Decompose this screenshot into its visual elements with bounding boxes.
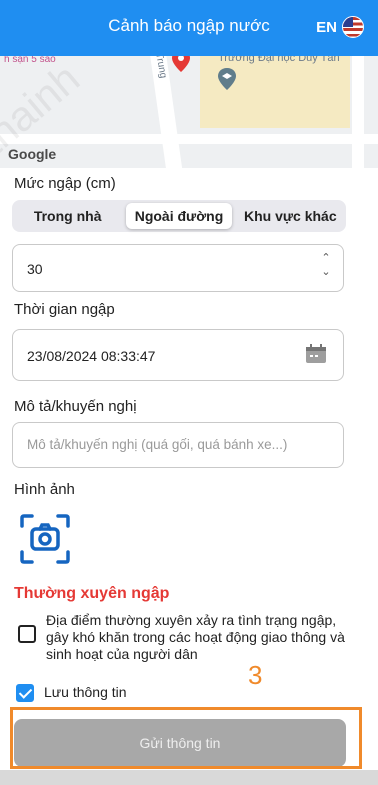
chevron-up-icon[interactable]: ⌃ — [319, 251, 333, 265]
flood-time-label: Thời gian ngập — [14, 301, 115, 318]
camera-icon[interactable] — [18, 512, 72, 566]
tab-indoor[interactable]: Trong nhà — [15, 203, 120, 229]
map-label-university: Trường Đại học Duy Tân — [218, 56, 340, 64]
description-field[interactable]: Mô tả/khuyến nghị (quá gối, quá bánh xe.… — [12, 422, 344, 468]
google-logo: Google — [8, 146, 57, 162]
flood-location-tabs: Trong nhà Ngoài đường Khu vực khác — [12, 200, 346, 232]
chevron-down-icon[interactable]: ⌄ — [319, 265, 333, 279]
flood-level-label: Mức ngập (cm) — [14, 175, 116, 192]
save-info-checkbox[interactable] — [16, 684, 34, 702]
us-flag-icon — [342, 16, 364, 38]
save-info-label: Lưu thông tin — [44, 684, 127, 700]
map-view[interactable]: h sạn 5 sao Trung Trường Đại học Duy Tân… — [0, 56, 378, 168]
flood-level-value: 30 — [27, 261, 43, 277]
flood-level-input[interactable]: 30 ⌃ ⌄ — [12, 244, 344, 292]
annotation-number: 3 — [248, 660, 263, 690]
description-label: Mô tả/khuyến nghị — [14, 398, 137, 415]
language-switch[interactable]: EN — [316, 16, 364, 38]
annotation-highlight-box — [10, 707, 362, 769]
frequent-flood-title: Thường xuyên ngập — [14, 585, 170, 602]
frequent-flood-description: Địa điểm thường xuyên xảy ra tình trạng … — [46, 612, 345, 662]
frequent-flood-checkbox[interactable] — [18, 625, 36, 643]
map-label-hotel: h sạn 5 sao — [4, 56, 56, 65]
images-label: Hình ảnh — [14, 481, 75, 498]
language-label: EN — [316, 18, 337, 36]
school-marker-icon — [218, 68, 236, 90]
calendar-icon[interactable] — [305, 344, 327, 364]
flood-time-value: 23/08/2024 08:33:47 — [27, 348, 156, 364]
map-pin-icon — [172, 56, 190, 72]
tab-street[interactable]: Ngoài đường — [126, 203, 232, 229]
tab-other-area[interactable]: Khu vực khác — [238, 203, 343, 229]
description-placeholder: Mô tả/khuyến nghị (quá gối, quá bánh xe.… — [27, 437, 288, 452]
app-header: Cảnh báo ngập nước EN — [0, 0, 378, 56]
quantity-stepper[interactable]: ⌃ ⌄ — [319, 251, 333, 279]
flood-time-field[interactable]: 23/08/2024 08:33:47 — [12, 329, 344, 381]
bottom-bar — [0, 770, 378, 785]
